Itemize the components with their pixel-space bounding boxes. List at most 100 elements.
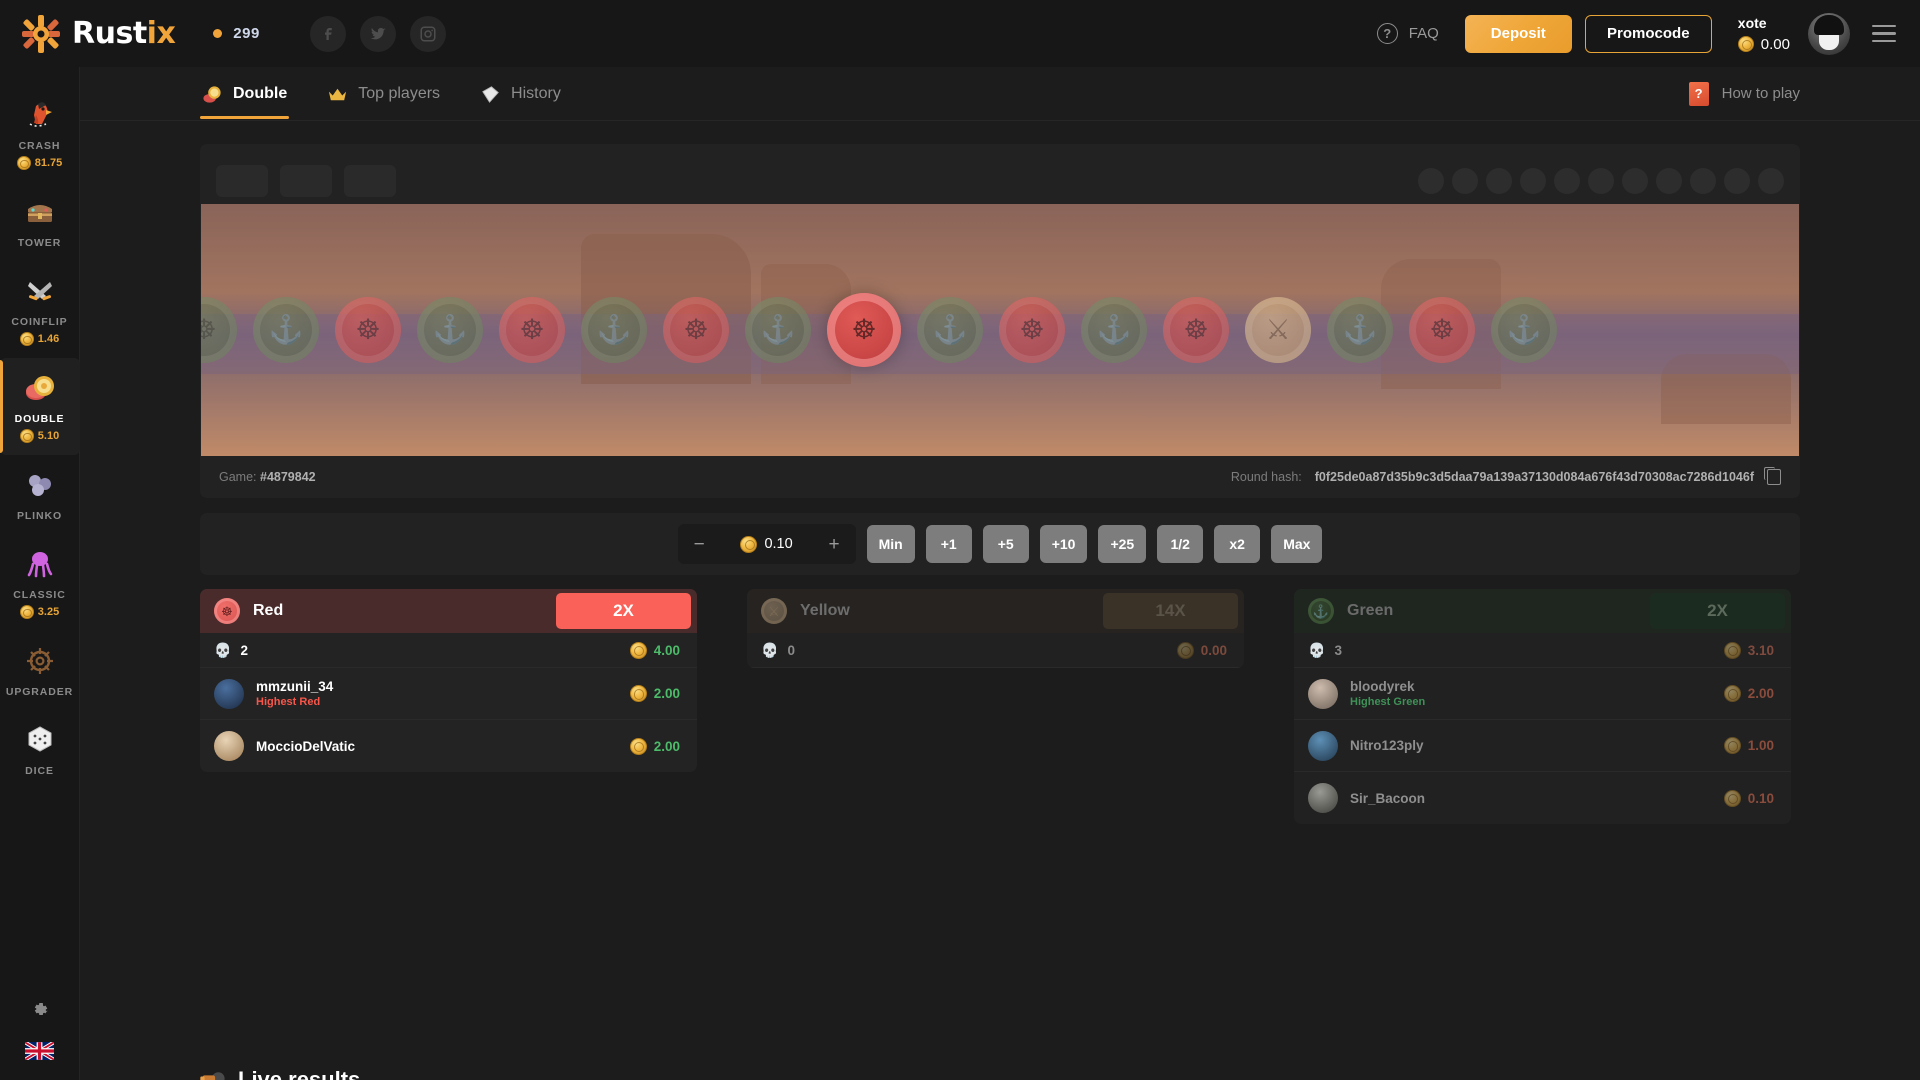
bet-column-green: ⚓ Green 2X 💀 3 3.10 bloodyrek Highest Gr… xyxy=(1294,589,1791,824)
history-dot[interactable] xyxy=(1588,168,1614,194)
howto-question-icon: ? xyxy=(1688,81,1709,106)
bet-quick-min[interactable]: Min xyxy=(866,525,915,563)
user-info[interactable]: xote 0.00 xyxy=(1737,15,1790,53)
coin-icon xyxy=(1723,737,1741,754)
main-content: Double Top players History ? How to play xyxy=(80,67,1920,1080)
history-dot[interactable] xyxy=(1520,168,1546,194)
bet-amount-input[interactable]: − 0.10 + xyxy=(677,524,856,564)
instagram-icon[interactable] xyxy=(409,15,446,52)
tab-history[interactable]: History xyxy=(478,70,563,118)
bet-quick-p1[interactable]: +1 xyxy=(925,525,972,563)
avatar xyxy=(1308,730,1338,761)
sidebar-value-coinflip: 1.46 xyxy=(19,332,59,346)
online-counter: 299 xyxy=(213,25,260,42)
wheel-chip-green: ⚓ xyxy=(581,297,647,363)
swords-icon xyxy=(22,274,58,308)
sidebar-item-upgrader[interactable]: UPGRADER xyxy=(0,631,80,710)
balance-amount: 0.00 xyxy=(1760,35,1790,53)
bet-count-yellow: 0 xyxy=(787,642,795,658)
copy-icon[interactable] xyxy=(1764,467,1781,485)
roulette-wheel[interactable]: ☸ ⚓ ☸ ⚓ ☸ ⚓ ☸ ⚓ ☸ ⚓ ☸ ⚓ ☸ ⚔ ⚓ ☸ ⚓ xyxy=(201,204,1799,456)
avatar xyxy=(1308,678,1338,709)
green-chip-icon: ⚓ xyxy=(1308,598,1334,624)
round-hash-block: Round hash: f0f25de0a87d35b9c3d5daa79a13… xyxy=(1230,467,1781,485)
bet-button-yellow[interactable]: 14X xyxy=(1103,593,1238,629)
deposit-button[interactable]: Deposit xyxy=(1464,14,1572,53)
social-links xyxy=(309,15,446,52)
tab-top-players[interactable]: Top players xyxy=(325,70,442,118)
bet-player-meta: MoccioDelVatic xyxy=(256,739,355,754)
chip-symbol-icon: ☸ xyxy=(519,314,545,345)
sidebar-label-dice: DICE xyxy=(25,765,54,777)
history-dot[interactable] xyxy=(1656,168,1682,194)
how-to-play-label: How to play xyxy=(1721,85,1800,102)
sidebar-item-coinflip[interactable]: COINFLIP 1.46 xyxy=(0,261,80,358)
brand-name-accent: ix xyxy=(146,16,176,51)
ticket-icon xyxy=(480,84,501,105)
wheel-chip-green: ⚓ xyxy=(917,297,983,363)
bet-button-red[interactable]: 2X xyxy=(556,593,691,629)
history-dot[interactable] xyxy=(1486,168,1512,194)
bet-column-header-yellow[interactable]: ⚔ Yellow 14X xyxy=(747,589,1244,633)
history-dot[interactable] xyxy=(1418,168,1444,194)
skull-icon: 💀 xyxy=(214,641,232,658)
sidebar-item-crash[interactable]: CRASH 81.75 xyxy=(0,85,80,182)
sidebar-value-classic: 3.25 xyxy=(19,605,59,619)
history-dot[interactable] xyxy=(1758,168,1784,194)
bet-row[interactable]: Sir_Bacoon 0.10 xyxy=(1294,772,1791,824)
wheel-chip-red: ☸ xyxy=(1409,297,1475,363)
avatar xyxy=(1308,783,1338,813)
round-history-dots xyxy=(1418,168,1784,194)
decrease-bet-button[interactable]: − xyxy=(694,535,705,554)
uk-flag-icon[interactable] xyxy=(25,1042,54,1060)
avatar[interactable] xyxy=(1808,12,1850,55)
history-dot[interactable] xyxy=(1622,168,1648,194)
twitter-icon[interactable] xyxy=(359,15,396,52)
round-hash-label: Round hash: xyxy=(1230,470,1302,484)
bet-quick-p10[interactable]: +10 xyxy=(1039,525,1088,563)
bet-quick-x2[interactable]: x2 xyxy=(1214,525,1261,563)
chips-icon xyxy=(202,84,223,105)
bet-quick-p25[interactable]: +25 xyxy=(1098,525,1147,563)
facebook-icon[interactable] xyxy=(309,15,346,52)
wheel-chip-red: ☸ xyxy=(335,297,401,363)
bet-column-header-green[interactable]: ⚓ Green 2X xyxy=(1294,589,1791,633)
bet-quick-max[interactable]: Max xyxy=(1271,525,1323,563)
brand-name: Rustix xyxy=(72,16,176,51)
sidebar-item-double[interactable]: DOUBLE 5.10 xyxy=(0,358,80,455)
how-to-play-button[interactable]: ? How to play xyxy=(1688,81,1800,106)
bet-row-amount: 0.10 xyxy=(1723,789,1774,807)
bet-row[interactable]: bloodyrek Highest Green 2.00 xyxy=(1294,668,1791,720)
wheel-chip-red: ☸ xyxy=(999,297,1065,363)
bet-column-header-red[interactable]: ☸ Red 2X xyxy=(200,589,697,633)
sidebar-item-tower[interactable]: TOWER xyxy=(0,182,80,261)
menu-burger-icon[interactable] xyxy=(1872,24,1896,43)
chest-icon xyxy=(22,195,58,229)
faq-button[interactable]: ? FAQ xyxy=(1376,23,1439,44)
sidebar-item-plinko[interactable]: PLINKO xyxy=(0,455,80,534)
wheel-chip-red: ☸ xyxy=(663,297,729,363)
history-dot[interactable] xyxy=(1724,168,1750,194)
wheel-chip-green: ⚓ xyxy=(1491,297,1557,363)
promocode-button[interactable]: Promocode xyxy=(1584,14,1712,53)
bet-row-amount: 2.00 xyxy=(629,737,680,755)
increase-bet-button[interactable]: + xyxy=(828,535,839,554)
bet-player-meta: Sir_Bacoon xyxy=(1350,791,1425,806)
settings-gear-icon[interactable] xyxy=(30,1000,50,1020)
bet-row[interactable]: mmzunii_34 Highest Red 2.00 xyxy=(200,668,697,720)
bet-button-green[interactable]: 2X xyxy=(1650,593,1785,629)
bet-list-yellow: 💀 0 0.00 xyxy=(747,633,1244,668)
history-dot[interactable] xyxy=(1452,168,1478,194)
history-dot[interactable] xyxy=(1554,168,1580,194)
bet-row[interactable]: Nitro123ply 1.00 xyxy=(1294,720,1791,772)
brand-logo[interactable]: Rustix xyxy=(20,13,176,55)
sidebar-item-dice[interactable]: DICE xyxy=(0,710,80,789)
sidebar-item-classic[interactable]: CLASSIC 3.25 xyxy=(0,534,80,631)
history-dot[interactable] xyxy=(1690,168,1716,194)
bet-quick-p5[interactable]: +5 xyxy=(982,525,1029,563)
tab-double[interactable]: Double xyxy=(200,70,290,119)
coin-icon xyxy=(1737,36,1754,52)
bet-row[interactable]: MoccioDelVatic 2.00 xyxy=(200,720,697,772)
bet-column-red: ☸ Red 2X 💀 2 4.00 mmzunii_34 Highest Red… xyxy=(200,589,697,824)
bet-quick-half[interactable]: 1/2 xyxy=(1157,525,1204,563)
